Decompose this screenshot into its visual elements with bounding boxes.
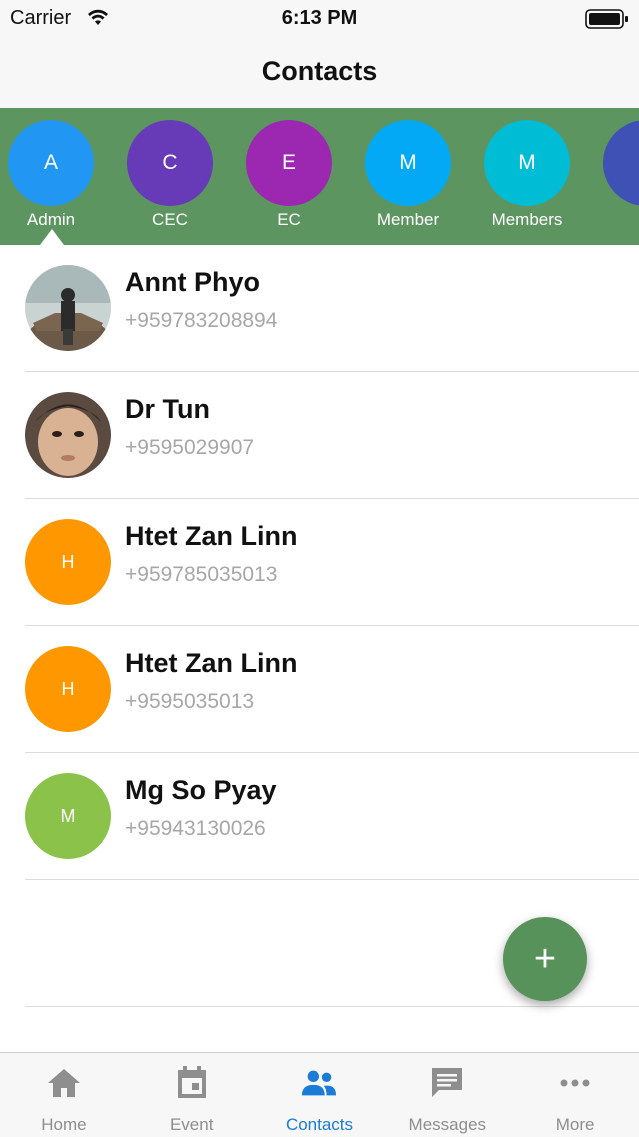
group-avatar: C (127, 120, 213, 206)
selected-group-pointer (40, 229, 64, 245)
tab-event[interactable]: Event (128, 1053, 256, 1137)
contact-initial-avatar: H (25, 519, 111, 605)
status-bar: Carrier 6:13 PM (0, 0, 639, 36)
group-avatar: M (484, 120, 570, 206)
contact-phone: +959785035013 (125, 563, 278, 586)
tab-label: Messages (408, 1115, 487, 1134)
group-label: U (586, 210, 639, 230)
group-label: CEC (152, 210, 188, 229)
contact-photo-avatar (25, 392, 111, 478)
group-label: Member (376, 210, 440, 229)
group-admin[interactable]: A Admin (0, 120, 111, 230)
message-icon (429, 1065, 465, 1101)
tab-label: More (555, 1115, 595, 1134)
contact-row[interactable]: H Htet Zan Linn +9595035013 (25, 626, 639, 753)
contact-name: Htet Zan Linn (125, 648, 298, 678)
tab-messages[interactable]: Messages (383, 1053, 511, 1137)
group-u[interactable]: U (586, 120, 639, 230)
tab-more[interactable]: More (511, 1053, 639, 1137)
contact-phone: +9595029907 (125, 436, 255, 459)
contact-phone: +95943130026 (125, 817, 266, 840)
group-label: EC (277, 210, 301, 229)
group-avatar: E (246, 120, 332, 206)
contact-name: Annt Phyo (125, 267, 260, 297)
add-contact-button[interactable]: + (503, 917, 587, 1001)
home-icon (46, 1065, 82, 1101)
contact-initial-avatar: H (25, 646, 111, 732)
group-label: Admin (26, 210, 76, 229)
contact-name: Dr Tun (125, 394, 210, 424)
status-time: 6:13 PM (281, 7, 358, 29)
group-label: Members (491, 210, 563, 229)
page-title: Contacts (261, 56, 378, 86)
contact-row[interactable]: M Mg So Pyay +95943130026 (25, 753, 639, 880)
tab-label: Contacts (285, 1115, 354, 1134)
more-icon (557, 1065, 593, 1101)
tab-contacts[interactable]: Contacts (256, 1053, 384, 1137)
group-avatar: M (365, 120, 451, 206)
contact-name: Htet Zan Linn (125, 521, 298, 551)
group-members[interactable]: M Members (467, 120, 587, 230)
contact-list: Annt Phyo +959783208894 Dr Tun +95950299… (0, 245, 639, 1007)
group-member[interactable]: M Member (348, 120, 468, 230)
tab-label: Event (169, 1115, 214, 1134)
contact-phone: +959783208894 (125, 309, 278, 332)
contact-row[interactable]: H Htet Zan Linn +959785035013 (25, 499, 639, 626)
tab-label: Home (41, 1115, 87, 1134)
contact-initial-avatar: M (25, 773, 111, 859)
contact-photo-avatar (25, 265, 111, 351)
tab-bar: Home Event Contacts Messages More (0, 1052, 639, 1137)
calendar-icon (174, 1065, 210, 1101)
contact-name: Mg So Pyay (125, 775, 277, 805)
group-avatar: A (8, 120, 94, 206)
contact-row[interactable]: Dr Tun +9595029907 (25, 372, 639, 499)
groups-strip[interactable]: A Admin C CEC E EC M Member M Members U (0, 108, 639, 245)
contact-phone: +9595035013 (125, 690, 255, 713)
contact-row[interactable]: Annt Phyo +959783208894 (25, 245, 639, 372)
people-icon (301, 1065, 337, 1101)
nav-bar: Contacts (0, 36, 639, 108)
tab-home[interactable]: Home (0, 1053, 128, 1137)
group-ec[interactable]: E EC (229, 120, 349, 230)
group-cec[interactable]: C CEC (110, 120, 230, 230)
battery-icon (585, 9, 629, 34)
group-avatar (603, 120, 639, 206)
